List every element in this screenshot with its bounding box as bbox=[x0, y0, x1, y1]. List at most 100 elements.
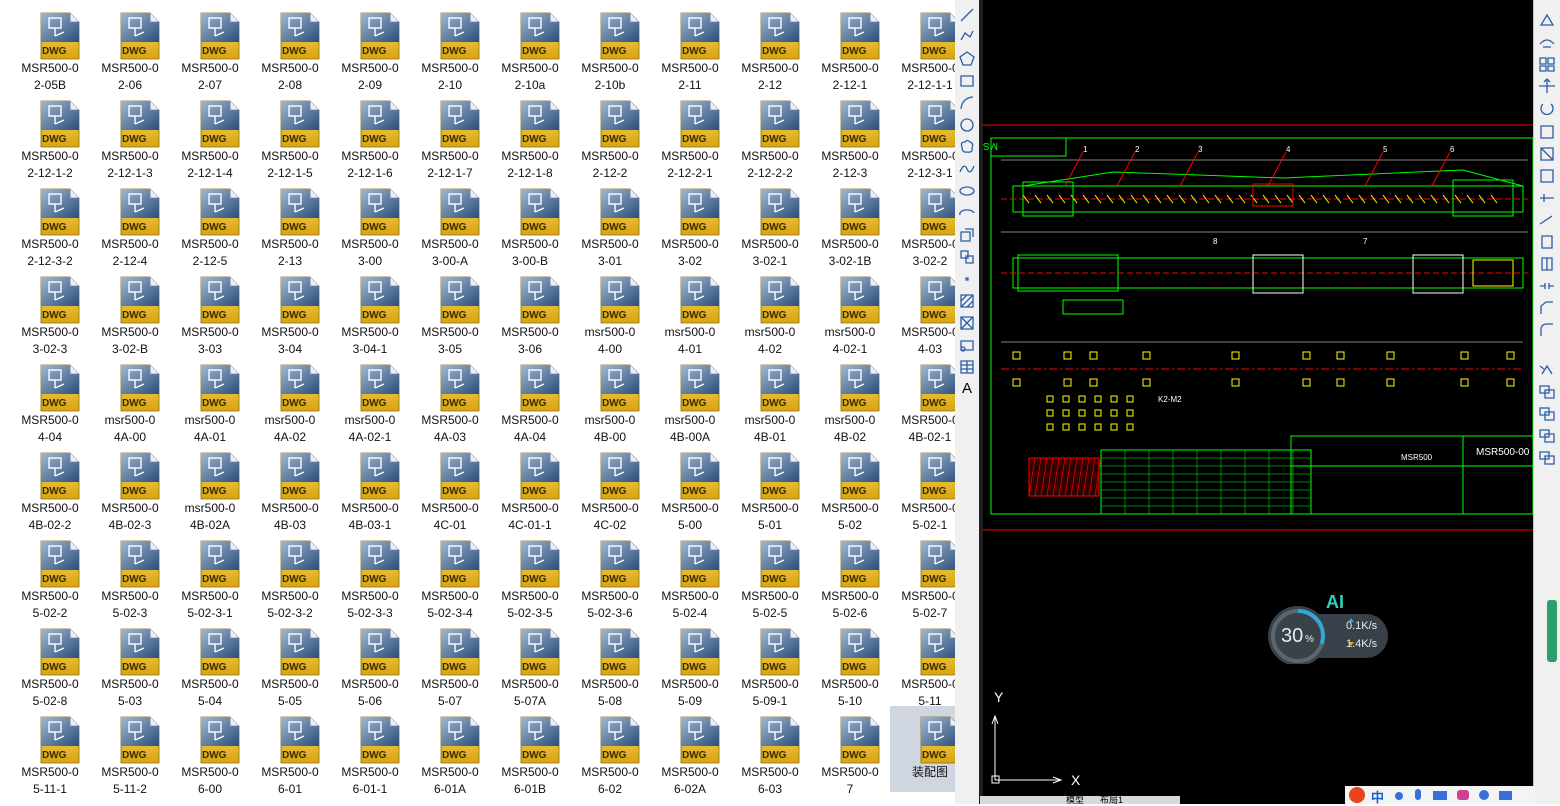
ellipse-arc-icon[interactable] bbox=[958, 204, 976, 222]
file-item[interactable]: DWG MSR500-0 4A-03 bbox=[410, 354, 490, 444]
file-item[interactable]: DWG MSR500-0 5-04 bbox=[170, 618, 250, 708]
file-item[interactable]: DWG MSR500-0 5-01 bbox=[730, 442, 810, 532]
join-icon[interactable] bbox=[1538, 278, 1556, 294]
file-item[interactable]: DWG 装配图 bbox=[890, 706, 955, 792]
file-item[interactable]: DWG MSR500-0 3-00-A bbox=[410, 178, 490, 268]
array-icon[interactable] bbox=[1538, 100, 1556, 116]
skin-icon[interactable] bbox=[1457, 790, 1469, 800]
file-item[interactable]: DWG msr500-0 4A-00 bbox=[90, 354, 170, 444]
file-item[interactable]: DWG MSR500-0 3-02-1 bbox=[730, 178, 810, 268]
scrollbar-thumb[interactable] bbox=[1547, 600, 1557, 662]
erase-icon[interactable] bbox=[1538, 12, 1556, 28]
microphone-icon[interactable] bbox=[1415, 789, 1421, 800]
file-item[interactable]: DWG MSR500-0 3-04-1 bbox=[330, 266, 410, 356]
file-item[interactable]: DWG MSR500-0 2-12-5 bbox=[170, 178, 250, 268]
gradient-icon[interactable] bbox=[958, 314, 976, 332]
file-item[interactable]: DWG MSR500-0 3-00-B bbox=[490, 178, 570, 268]
file-item[interactable]: DWG MSR500-0 5-10 bbox=[810, 618, 890, 708]
extend-icon[interactable] bbox=[1538, 234, 1556, 250]
rotate-icon[interactable] bbox=[1538, 146, 1556, 162]
file-item[interactable]: DWG MSR500-0 3-06 bbox=[490, 266, 570, 356]
file-item[interactable]: DWG MSR500-0 6-02 bbox=[570, 706, 650, 796]
ime-logo-icon[interactable] bbox=[1349, 787, 1365, 803]
file-item[interactable]: DWG MSR500-0 2-09 bbox=[330, 2, 410, 92]
file-item[interactable]: DWG MSR500-0 6-00 bbox=[170, 706, 250, 796]
tab-layout1[interactable]: 布局1 bbox=[1100, 793, 1123, 806]
file-item[interactable]: DWG MSR500-0 6-01-1 bbox=[330, 706, 410, 796]
move-icon[interactable] bbox=[1538, 124, 1556, 140]
revcloud-icon[interactable] bbox=[958, 138, 976, 156]
file-item[interactable]: DWG MSR500-0 2-08 bbox=[250, 2, 330, 92]
file-item[interactable]: DWG MSR500-0 2-12-1-4 bbox=[170, 90, 250, 180]
keyboard-icon[interactable] bbox=[1433, 791, 1447, 800]
offset-icon[interactable] bbox=[1538, 78, 1556, 94]
spline-icon[interactable] bbox=[958, 160, 976, 178]
trim-icon[interactable] bbox=[1538, 212, 1556, 228]
file-item[interactable]: DWG msr500-0 4B-02A bbox=[170, 442, 250, 532]
file-item[interactable]: DWG MSR500-0 2-12-2-2 bbox=[730, 90, 810, 180]
circle-icon[interactable] bbox=[958, 116, 976, 134]
make-block-icon[interactable] bbox=[958, 248, 976, 266]
file-item[interactable]: DWG MSR500-0 5-03 bbox=[90, 618, 170, 708]
file-item[interactable]: DWG MSR500-0 5-11-1 bbox=[10, 706, 90, 796]
rectangle-icon[interactable] bbox=[958, 72, 976, 90]
file-item[interactable]: DWG msr500-0 4B-01 bbox=[730, 354, 810, 444]
scale-icon[interactable] bbox=[1538, 168, 1556, 184]
file-item[interactable]: DWG MSR500-0 3-01 bbox=[570, 178, 650, 268]
file-item[interactable]: DWG MSR500-0 4C-01-1 bbox=[490, 442, 570, 532]
chamfer-icon[interactable] bbox=[1538, 300, 1556, 316]
punctuation-icon[interactable] bbox=[1395, 792, 1403, 800]
file-item[interactable]: DWG msr500-0 4A-02 bbox=[250, 354, 330, 444]
file-item[interactable]: DWG MSR500-0 2-11 bbox=[650, 2, 730, 92]
file-item[interactable]: DWG MSR500-0 2-12-4 bbox=[90, 178, 170, 268]
file-item[interactable]: DWG MSR500-0 6-01 bbox=[250, 706, 330, 796]
file-item[interactable]: DWG MSR500-0 5-02-5 bbox=[730, 530, 810, 620]
file-item[interactable]: DWG MSR500-0 2-12-1-1 bbox=[890, 2, 955, 92]
file-item[interactable]: DWG MSR500-0 2-12-2 bbox=[570, 90, 650, 180]
hatch-icon[interactable] bbox=[958, 292, 976, 310]
file-item[interactable]: DWG MSR500-0 5-09-1 bbox=[730, 618, 810, 708]
file-item[interactable]: DWG MSR500-0 2-12-1-7 bbox=[410, 90, 490, 180]
file-item[interactable]: DWG MSR500-0 3-05 bbox=[410, 266, 490, 356]
file-item[interactable]: DWG msr500-0 4B-00 bbox=[570, 354, 650, 444]
copy-icon[interactable] bbox=[1538, 34, 1556, 50]
file-item[interactable]: DWG MSR500-0 2-12-1 bbox=[810, 2, 890, 92]
file-item[interactable]: DWG msr500-0 4B-00A bbox=[650, 354, 730, 444]
file-item[interactable]: DWG MSR500-0 5-02 bbox=[810, 442, 890, 532]
file-item[interactable]: DWG MSR500-0 3-02-2 bbox=[890, 178, 955, 268]
user-icon[interactable] bbox=[1479, 790, 1489, 800]
file-item[interactable]: DWG MSR500-0 4A-04 bbox=[490, 354, 570, 444]
insert-block-icon[interactable] bbox=[958, 226, 976, 244]
file-item[interactable]: DWG MSR500-0 5-05 bbox=[250, 618, 330, 708]
file-item[interactable]: DWG MSR500-0 3-03 bbox=[170, 266, 250, 356]
file-item[interactable]: DWG MSR500-0 5-02-8 bbox=[10, 618, 90, 708]
file-item[interactable]: DWG MSR500-0 6-02A bbox=[650, 706, 730, 796]
file-item[interactable]: DWG MSR500-0 5-07A bbox=[490, 618, 570, 708]
file-item[interactable]: DWG MSR500-0 4B-02-1 bbox=[890, 354, 955, 444]
file-item[interactable]: DWG MSR500-0 2-12-1-6 bbox=[330, 90, 410, 180]
file-item[interactable]: DWG MSR500-0 5-08 bbox=[570, 618, 650, 708]
file-item[interactable]: DWG MSR500-0 5-02-6 bbox=[810, 530, 890, 620]
file-item[interactable]: DWG MSR500-0 5-07 bbox=[410, 618, 490, 708]
file-item[interactable]: DWG msr500-0 4-00 bbox=[570, 266, 650, 356]
file-item[interactable]: DWG msr500-0 4-02 bbox=[730, 266, 810, 356]
file-item[interactable]: DWG MSR500-0 2-12-1-2 bbox=[10, 90, 90, 180]
file-item[interactable]: DWG MSR500-0 4B-03-1 bbox=[330, 442, 410, 532]
file-item[interactable]: DWG msr500-0 4-02-1 bbox=[810, 266, 890, 356]
tab-model[interactable]: 模型 bbox=[1066, 793, 1084, 806]
file-item[interactable]: DWG MSR500-0 5-02-3-4 bbox=[410, 530, 490, 620]
file-item[interactable]: DWG MSR500-0 5-02-3-5 bbox=[490, 530, 570, 620]
fillet-icon[interactable] bbox=[1538, 322, 1556, 338]
file-item[interactable]: DWG MSR500-0 2-05B bbox=[10, 2, 90, 92]
mtext-icon[interactable]: A bbox=[958, 380, 976, 398]
file-item[interactable]: DWG MSR500-0 3-04 bbox=[250, 266, 330, 356]
file-item[interactable]: DWG MSR500-0 5-09 bbox=[650, 618, 730, 708]
file-item[interactable]: DWG MSR500-0 5-02-4 bbox=[650, 530, 730, 620]
file-item[interactable]: DWG MSR500-0 5-02-3-1 bbox=[170, 530, 250, 620]
file-item[interactable]: DWG MSR500-0 6-03 bbox=[730, 706, 810, 796]
region-icon[interactable] bbox=[958, 336, 976, 354]
file-item[interactable]: DWG MSR500-0 3-02 bbox=[650, 178, 730, 268]
file-item[interactable]: DWG MSR500-0 4C-02 bbox=[570, 442, 650, 532]
file-item[interactable]: DWG MSR500-0 2-12-1-5 bbox=[250, 90, 330, 180]
file-item[interactable]: DWG MSR500-0 6-01B bbox=[490, 706, 570, 796]
